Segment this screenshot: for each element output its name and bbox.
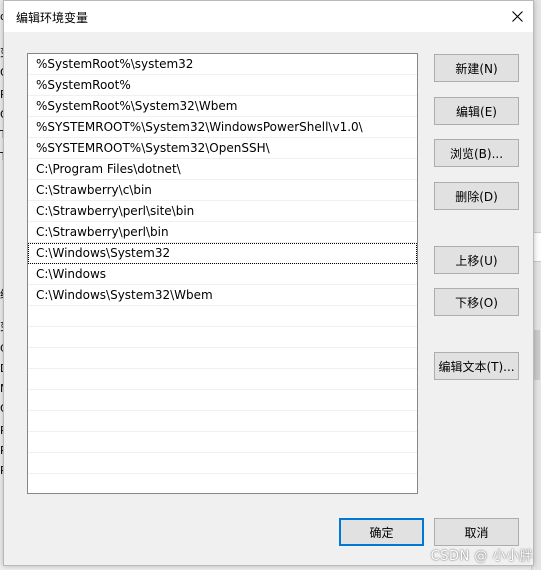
list-item-empty[interactable] <box>28 453 417 474</box>
move-down-button[interactable]: 下移(O) <box>434 288 519 316</box>
path-list[interactable]: %SystemRoot%\system32 %SystemRoot% %Syst… <box>27 53 418 494</box>
close-button[interactable] <box>502 1 533 32</box>
close-icon <box>512 11 523 22</box>
list-item-empty[interactable] <box>28 390 417 411</box>
watermark: CSDN @ 小小胖 <box>430 549 533 564</box>
ok-button[interactable]: 确定 <box>339 518 424 546</box>
move-up-button[interactable]: 上移(U) <box>434 246 519 274</box>
delete-button[interactable]: 删除(D) <box>434 182 519 210</box>
list-item-empty[interactable] <box>28 369 417 390</box>
list-item-empty[interactable] <box>28 327 417 348</box>
cancel-button[interactable]: 取消 <box>434 518 519 546</box>
edit-env-variable-dialog: 编辑环境变量 %SystemRoot%\system32 %SystemRoot… <box>3 0 534 566</box>
list-item-empty[interactable] <box>28 411 417 432</box>
list-item-empty[interactable] <box>28 348 417 369</box>
title-bar: 编辑环境变量 <box>4 1 533 32</box>
list-item[interactable]: C:\Strawberry\perl\site\bin <box>28 201 417 222</box>
list-item[interactable]: C:\Windows <box>28 264 417 285</box>
list-item[interactable]: %SystemRoot%\system32 <box>28 54 417 75</box>
list-item-empty[interactable] <box>28 432 417 453</box>
list-item-selected[interactable]: C:\Windows\System32 <box>28 243 417 264</box>
list-item[interactable]: %SystemRoot%\System32\Wbem <box>28 96 417 117</box>
list-item[interactable]: %SYSTEMROOT%\System32\WindowsPowerShell\… <box>28 117 417 138</box>
list-item[interactable]: C:\Windows\System32\Wbem <box>28 285 417 306</box>
list-item[interactable]: C:\Strawberry\c\bin <box>28 180 417 201</box>
list-item[interactable]: %SystemRoot% <box>28 75 417 96</box>
background-scroll-thumb <box>534 330 540 380</box>
list-item-empty[interactable] <box>28 474 417 493</box>
dialog-title: 编辑环境变量 <box>16 11 89 25</box>
list-item[interactable]: C:\Program Files\dotnet\ <box>28 159 417 180</box>
edit-button[interactable]: 编辑(E) <box>434 97 519 125</box>
browse-button[interactable]: 浏览(B)... <box>434 139 519 167</box>
edit-text-button[interactable]: 编辑文本(T)... <box>434 352 519 380</box>
list-item[interactable]: C:\Strawberry\perl\bin <box>28 222 417 243</box>
list-item[interactable]: %SYSTEMROOT%\System32\OpenSSH\ <box>28 138 417 159</box>
new-button[interactable]: 新建(N) <box>434 54 519 82</box>
list-item-empty[interactable] <box>28 306 417 327</box>
